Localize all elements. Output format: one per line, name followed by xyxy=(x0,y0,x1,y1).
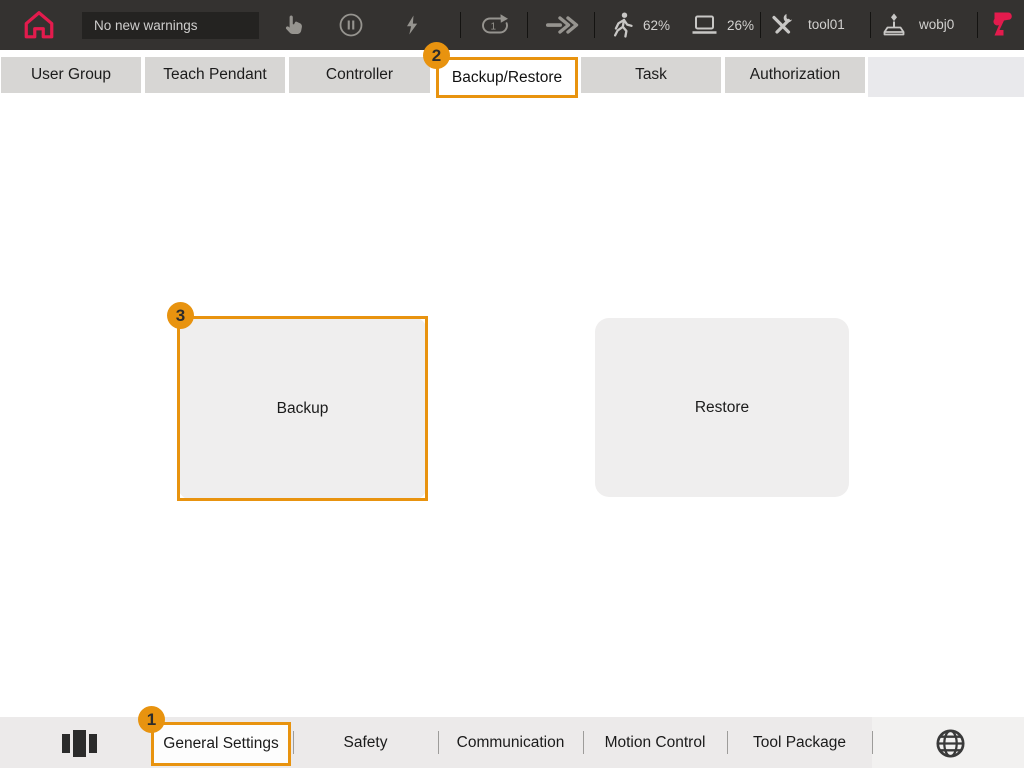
power-icon xyxy=(401,14,423,36)
step-3-number: 3 xyxy=(176,306,185,326)
tab-task[interactable]: Task xyxy=(581,57,721,93)
restore-button-label: Restore xyxy=(695,399,749,417)
bottom-nav-divider xyxy=(872,731,873,754)
tab-label: Controller xyxy=(326,66,393,84)
top-status-bar: No new warnings 1 xyxy=(0,0,1024,50)
system-load-value: 26% xyxy=(727,18,754,33)
restore-button[interactable]: Restore xyxy=(595,318,849,497)
system-load-icon xyxy=(691,14,718,36)
tab-teach-pendant[interactable]: Teach Pendant xyxy=(145,57,285,93)
nav-tool-package[interactable]: Tool Package xyxy=(727,717,872,768)
bottom-nav-divider xyxy=(583,731,584,754)
nav-communication[interactable]: Communication xyxy=(438,717,583,768)
step-2-number: 2 xyxy=(432,46,441,66)
loop-count-label: 1 xyxy=(491,22,497,33)
tab-controller[interactable]: Controller xyxy=(289,57,430,93)
view-switcher-icon xyxy=(73,730,86,757)
loop-once-icon: 1 xyxy=(479,13,511,38)
warning-status-text: No new warnings xyxy=(94,18,198,33)
nav-safety[interactable]: Safety xyxy=(293,717,438,768)
nav-label-text: General Settings xyxy=(163,735,278,753)
run-speed-icon xyxy=(609,11,635,39)
run-speed-value: 62% xyxy=(643,18,670,33)
power-button[interactable] xyxy=(401,14,423,36)
tool-selector[interactable]: tool01 xyxy=(769,12,845,37)
run-speed-indicator[interactable]: 62% xyxy=(609,11,670,39)
tab-label: Backup/Restore xyxy=(452,69,562,87)
tab-backup-restore[interactable]: Backup/Restore xyxy=(436,57,578,98)
nav-label-text: Motion Control xyxy=(605,734,706,752)
home-button[interactable] xyxy=(22,8,56,42)
pause-button[interactable] xyxy=(338,12,364,38)
topbar-divider xyxy=(870,12,871,38)
nav-label-text: Tool Package xyxy=(753,734,846,752)
home-icon xyxy=(22,8,56,42)
system-load-indicator[interactable]: 26% xyxy=(691,14,754,36)
loop-once-button[interactable]: 1 xyxy=(479,13,511,38)
step-1-badge: 1 xyxy=(138,706,165,733)
robot-icon xyxy=(992,10,1014,40)
tab-label: User Group xyxy=(31,66,111,84)
topbar-divider xyxy=(760,12,761,38)
bottom-nav-divider xyxy=(438,731,439,754)
bottom-nav-divider xyxy=(727,731,728,754)
workobject-icon xyxy=(881,11,907,38)
touch-mode-button[interactable] xyxy=(281,13,305,37)
nav-general-settings[interactable]: General Settings xyxy=(151,722,291,766)
view-switcher-button[interactable] xyxy=(62,729,97,757)
topbar-divider xyxy=(594,12,595,38)
nav-motion-control[interactable]: Motion Control xyxy=(583,717,727,768)
backup-button[interactable]: Backup xyxy=(178,317,427,500)
language-globe-icon xyxy=(934,727,967,760)
step-2-badge: 2 xyxy=(423,42,450,69)
warning-status-box[interactable]: No new warnings xyxy=(82,12,259,39)
nav-label-text: Communication xyxy=(457,734,565,752)
topbar-divider xyxy=(977,12,978,38)
tab-label: Task xyxy=(635,66,667,84)
settings-tab-bar: User Group Teach Pendant Controller Back… xyxy=(0,57,1024,98)
tool-name-value: tool01 xyxy=(808,17,845,32)
step-forward-icon xyxy=(544,15,580,35)
topbar-divider xyxy=(460,12,461,38)
pause-icon xyxy=(338,12,364,38)
robot-status-button[interactable] xyxy=(992,10,1014,40)
tab-label: Teach Pendant xyxy=(163,66,266,84)
step-3-badge: 3 xyxy=(167,302,194,329)
step-1-number: 1 xyxy=(147,710,156,730)
backup-button-label: Backup xyxy=(277,400,329,418)
workobject-selector[interactable]: wobj0 xyxy=(881,11,954,38)
nav-label-text: Safety xyxy=(344,734,388,752)
tool-icon xyxy=(769,12,794,37)
language-button[interactable] xyxy=(934,727,967,765)
tab-authorization[interactable]: Authorization xyxy=(725,57,865,93)
tab-user-group[interactable]: User Group xyxy=(1,57,141,93)
tab-label: Authorization xyxy=(750,66,840,84)
bottom-nav-divider xyxy=(293,731,294,754)
view-switcher-icon xyxy=(89,734,97,753)
topbar-divider xyxy=(527,12,528,38)
tab-bar-filler xyxy=(868,57,1024,97)
touch-mode-icon xyxy=(281,13,305,37)
step-forward-button[interactable] xyxy=(544,15,580,35)
workobject-name-value: wobj0 xyxy=(919,17,954,32)
view-switcher-icon xyxy=(62,734,70,753)
